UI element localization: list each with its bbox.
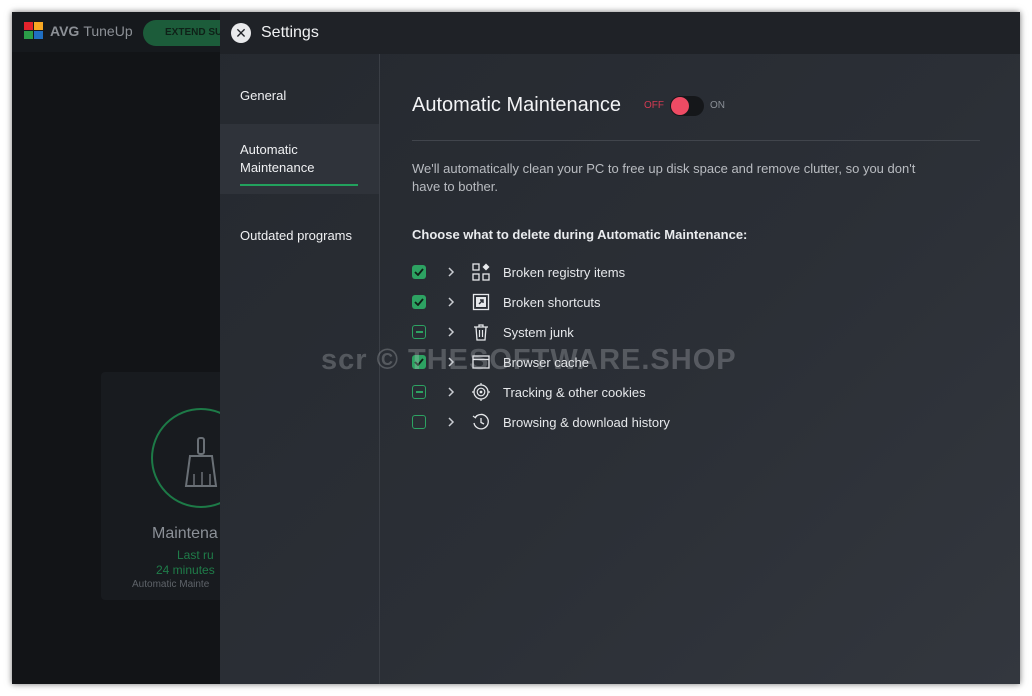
sidebar-item-general[interactable]: General <box>220 88 379 103</box>
toggle-knob <box>671 96 690 115</box>
sidebar-item-automatic-maintenance[interactable]: Automatic Maintenance <box>220 124 379 194</box>
item-label: System junk <box>503 324 574 340</box>
history-clock-icon <box>472 413 489 430</box>
list-item: Tracking & other cookies <box>412 381 646 403</box>
sidebar-item-outdated-programs[interactable]: Outdated programs <box>220 228 379 243</box>
checkbox[interactable] <box>412 265 426 279</box>
registry-icon <box>472 263 490 281</box>
chevron-right-icon[interactable] <box>447 265 459 279</box>
brand-name: AVG <box>50 23 80 39</box>
list-item: Broken registry items <box>412 261 625 283</box>
settings-header: ✕ Settings <box>220 12 1020 54</box>
choose-label: Choose what to delete during Automatic M… <box>412 227 748 242</box>
close-icon[interactable]: ✕ <box>231 23 251 43</box>
tracking-target-icon <box>472 383 490 401</box>
item-label: Browsing & download history <box>503 414 670 430</box>
chevron-right-icon[interactable] <box>447 295 459 309</box>
item-label: Broken registry items <box>503 264 626 280</box>
page-title: Automatic Maintenance <box>412 94 622 116</box>
watermark: scr © THESOFTWARE.SHOP <box>321 344 737 376</box>
list-item: Browsing & download history <box>412 411 670 433</box>
product-name: TuneUp <box>83 23 133 39</box>
shortcut-icon <box>472 293 490 311</box>
checkbox[interactable] <box>412 295 426 309</box>
maintenance-toggle[interactable]: OFF ON <box>644 95 726 116</box>
chevron-right-icon[interactable] <box>447 385 459 399</box>
active-indicator <box>240 184 358 186</box>
checkbox[interactable] <box>412 325 426 339</box>
item-label: Broken shortcuts <box>503 294 601 310</box>
list-item: System junk <box>412 321 574 343</box>
maintenance-card-title: Maintena <box>152 525 218 542</box>
toggle-off-label: OFF <box>644 100 665 111</box>
checkbox[interactable] <box>412 415 426 429</box>
chevron-right-icon[interactable] <box>447 325 459 339</box>
list-item: Broken shortcuts <box>412 291 601 313</box>
trash-icon <box>474 324 488 341</box>
avg-logo-icon <box>24 22 44 40</box>
avg-logo: AVG TuneUp <box>24 22 133 40</box>
description-text: We'll automatically clean your PC to fre… <box>412 161 916 194</box>
divider <box>412 140 980 141</box>
settings-title: Settings <box>261 24 319 41</box>
sidebar-item-label-line2: Maintenance <box>240 160 315 175</box>
heading-row: Automatic Maintenance OFF ON <box>412 94 725 117</box>
window-frame: AVG TuneUp EXTEND SU Maintena Last ru 24 … <box>12 12 1020 684</box>
toggle-switch[interactable] <box>670 95 705 116</box>
item-label: Tracking & other cookies <box>503 384 646 400</box>
checkbox[interactable] <box>412 385 426 399</box>
maintenance-mode: Automatic Mainte <box>132 579 210 590</box>
maintenance-time-ago: 24 minutes <box>156 563 215 577</box>
sidebar-item-label-line1: Automatic <box>240 142 298 157</box>
chevron-right-icon[interactable] <box>447 415 459 429</box>
toggle-on-label: ON <box>710 100 726 111</box>
maintenance-last-run: Last ru <box>177 548 214 562</box>
